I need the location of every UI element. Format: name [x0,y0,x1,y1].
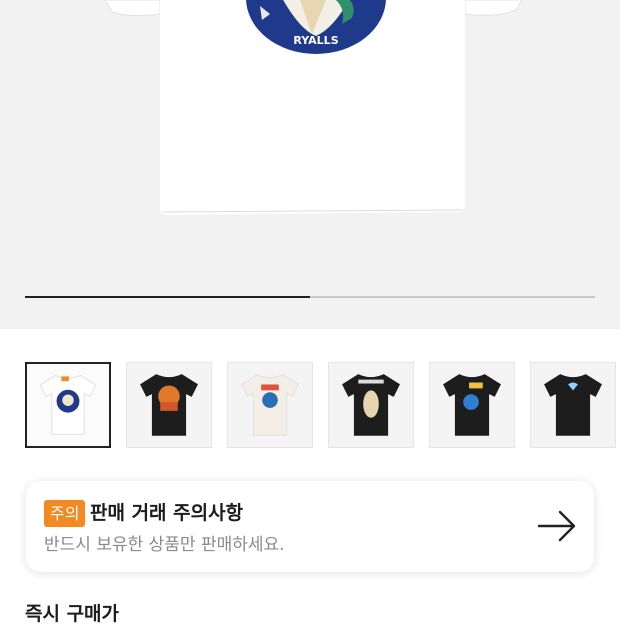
thumbnail-2[interactable] [126,362,212,448]
notice-subtitle: 반드시 보유한 상품만 판매하세요. [44,535,285,555]
image-progress-bar [25,296,595,298]
trade-notice-card[interactable]: 주의 판매 거래 주의사항 반드시 보유한 상품만 판매하세요. [26,481,594,572]
image-progress-fill [25,296,310,298]
instant-buy-price-title: 즉시 구매가 [25,603,120,625]
thumbnail-6[interactable] [530,362,616,448]
tshirt-thumbnail-image [443,374,501,436]
arrow-right-icon[interactable] [537,509,577,543]
tshirt-thumbnail-image [39,374,97,436]
tshirt-thumbnail-image [241,374,299,436]
thumbnail-1[interactable] [25,362,111,448]
thumbnail-3[interactable] [227,362,313,448]
notice-title: 판매 거래 주의사항 [90,502,244,524]
tshirt-thumbnail-image [140,374,198,436]
tshirt-thumbnail-image [342,374,400,436]
product-image-white-tshirt: RYALLS [104,0,523,215]
thumbnail-4[interactable] [328,362,414,448]
svg-text:RYALLS: RYALLS [293,34,338,47]
caution-badge: 주의 [44,500,86,527]
product-image-viewer[interactable]: RYALLS [0,0,620,329]
thumbnail-strip [25,362,620,450]
tshirt-thumbnail-image [544,374,602,436]
thumbnail-5[interactable] [429,362,515,448]
